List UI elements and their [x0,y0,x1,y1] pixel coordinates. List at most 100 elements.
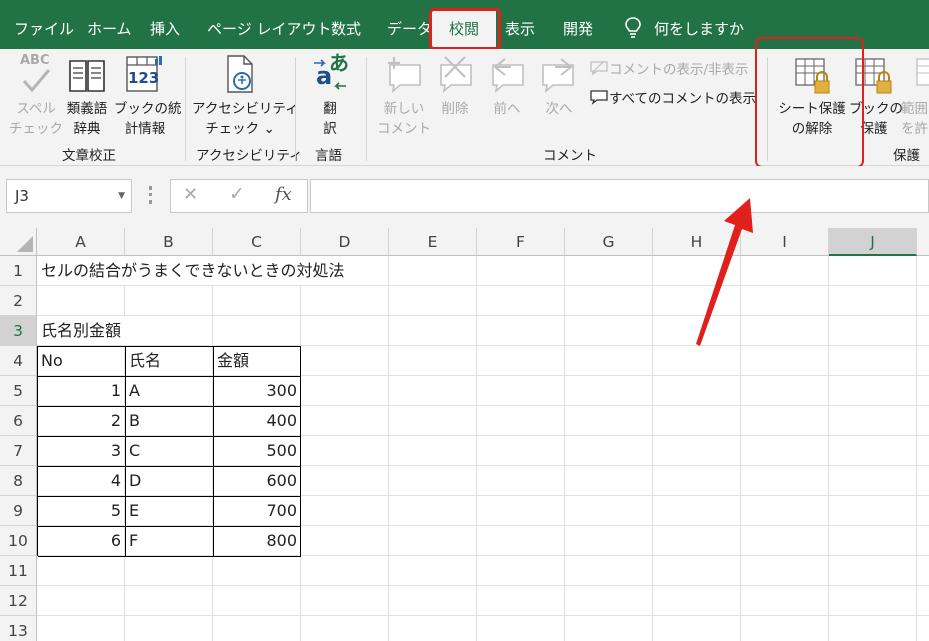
name-box-value: J3 [15,187,29,205]
row-header-3[interactable]: 3 [0,316,37,346]
lightbulb-icon [625,17,641,38]
row-header-4[interactable]: 4 [0,346,37,376]
gridline [476,256,477,641]
formula-input[interactable] [310,179,929,213]
row-header-9[interactable]: 9 [0,496,37,526]
row-header-2[interactable]: 2 [0,286,37,316]
tab-view[interactable]: 表示 [505,0,535,49]
next-comment-button[interactable]: 次へ [536,53,582,119]
column-header-a[interactable]: A [37,228,125,256]
show-all-comments-button[interactable]: すべてのコメントの表示 [589,87,756,107]
gridline [828,256,829,641]
row-header-8[interactable]: 8 [0,466,37,496]
gridline [740,256,741,641]
workbook-statistics-button[interactable]: 123 ブックの統 計情報 [114,53,182,139]
row-header-5[interactable]: 5 [0,376,37,406]
column-header-g[interactable]: G [565,228,653,256]
cell-c5[interactable]: 300 [214,376,300,406]
group-separator [185,57,186,161]
thesaurus-label-2: 辞典 [73,121,101,137]
tab-page-layout[interactable]: ページ レイアウト [207,0,331,49]
accessibility-icon [227,55,253,93]
row-header-1[interactable]: 1 [0,256,37,286]
row-header-10[interactable]: 10 [0,526,37,556]
cell-c6[interactable]: 400 [214,406,300,436]
cell-c10[interactable]: 800 [214,526,300,556]
column-header-e[interactable]: E [389,228,477,256]
cell-a4[interactable]: No [38,346,124,376]
column-header-k-partial[interactable] [917,228,929,256]
new-comment-button[interactable]: 新しい コメント [376,53,432,139]
cell-a10[interactable]: 6 [38,526,124,556]
spell-check-icon: ABC [18,53,54,95]
group-label-proofing: 文章校正 [62,148,116,164]
cell-b6[interactable]: B [126,406,212,436]
cell-b7[interactable]: C [126,436,212,466]
previous-comment-button[interactable]: 前へ [484,53,530,119]
insert-function-icon[interactable]: fx [275,184,292,205]
column-header-j[interactable]: J [829,228,917,256]
cell-c9[interactable]: 700 [214,496,300,526]
gridline [388,256,389,641]
column-header-i[interactable]: I [741,228,829,256]
workbook-stats-label-1: ブックの統 [114,101,182,117]
cell-b8[interactable]: D [126,466,212,496]
cell-a1[interactable]: セルの結合がうまくできないときの対処法 [38,256,348,286]
accessibility-label-1: アクセシビリティ [192,101,299,117]
accessibility-check-button[interactable]: アクセシビリティ チェック ⌄ [192,53,299,139]
cell-c7[interactable]: 500 [214,436,300,466]
cell-b10[interactable]: F [126,526,212,556]
name-box[interactable]: J3 ▼ [6,179,132,213]
worksheet-grid[interactable]: A B C D E F G H I J 1 2 3 4 5 6 7 8 9 10… [0,228,929,641]
table-border [300,347,301,556]
column-header-c[interactable]: C [213,228,301,256]
row-header-7[interactable]: 7 [0,436,37,466]
cancel-icon[interactable]: ✕ [183,184,198,205]
cell-a7[interactable]: 3 [38,436,124,466]
row-header-6[interactable]: 6 [0,406,37,436]
spelling-button[interactable]: ABC スペル チェック [8,53,64,139]
cell-a6[interactable]: 2 [38,406,124,436]
cell-b4[interactable]: 氏名 [126,346,212,376]
select-all-triangle-icon [17,236,33,252]
cell-c8[interactable]: 600 [214,466,300,496]
delete-comment-button[interactable]: 削除 [432,53,478,119]
show-hide-comment-button[interactable]: コメントの表示/非表示 [589,58,749,78]
row-header-13[interactable]: 13 [0,616,37,641]
row-header-11[interactable]: 11 [0,556,37,586]
column-header-h[interactable]: H [653,228,741,256]
cell-b5[interactable]: A [126,376,212,406]
allow-edit-ranges-button[interactable]: 範囲 を許 [901,53,929,139]
tab-home[interactable]: ホーム [87,0,132,49]
column-header-f[interactable]: F [477,228,565,256]
tab-file[interactable]: ファイル [14,0,74,49]
cell-a9[interactable]: 5 [38,496,124,526]
tab-formulas[interactable]: 数式 [331,0,361,49]
cell-a5[interactable]: 1 [38,376,124,406]
tell-me-box[interactable]: 何をしますか [624,0,744,49]
thesaurus-button[interactable]: 類義語 辞典 [62,53,112,139]
row-header-12[interactable]: 12 [0,586,37,616]
spelling-label-2: チェック [9,121,63,137]
thesaurus-label-1: 類義語 [66,101,108,117]
tab-data[interactable]: データ [387,0,432,49]
tab-insert[interactable]: 挿入 [150,0,180,49]
tab-developer[interactable]: 開発 [563,0,593,49]
tell-me-label: 何をしますか [654,20,745,38]
cell-c4[interactable]: 金額 [214,346,300,376]
previous-comment-icon [492,58,524,94]
translate-button[interactable]: あ a 翻 訳 [306,53,354,139]
gridline [564,256,565,641]
statistics-icon-text: 123 [128,69,160,87]
group-label-language: 言語 [315,148,342,164]
cell-b9[interactable]: E [126,496,212,526]
column-header-d[interactable]: D [301,228,389,256]
column-header-b[interactable]: B [125,228,213,256]
enter-icon[interactable]: ✓ [229,183,245,205]
name-box-dropdown-icon[interactable]: ▼ [118,180,125,212]
cell-a8[interactable]: 4 [38,466,124,496]
new-comment-icon [388,57,421,94]
cell-a3[interactable]: 氏名別金額 [38,316,124,346]
select-all-corner[interactable] [0,228,37,256]
review-tab-highlight [429,8,501,50]
